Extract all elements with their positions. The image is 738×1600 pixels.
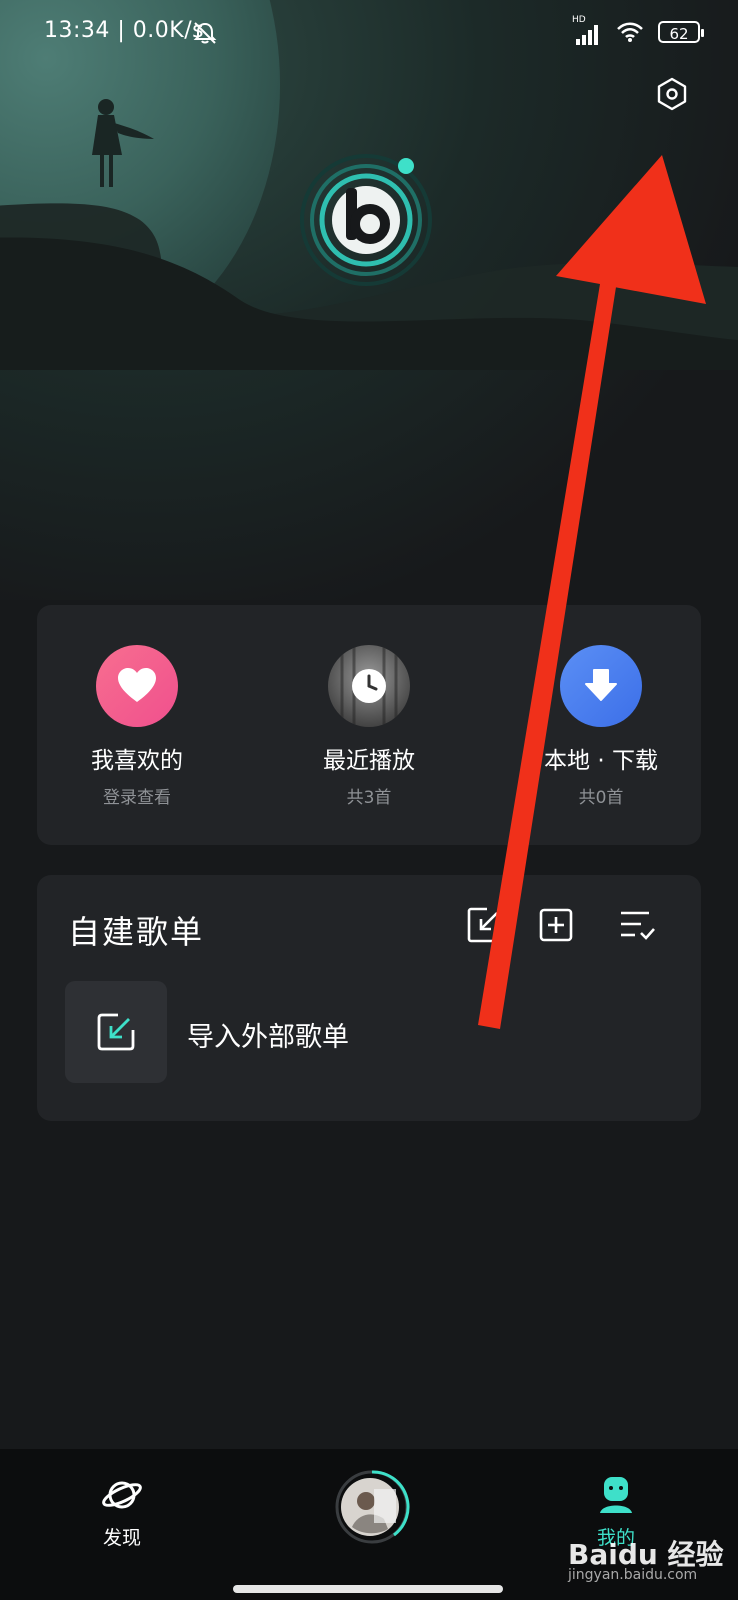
import-external-icon [97, 1013, 135, 1051]
my-playlists-title: 自建歌单 [68, 913, 205, 951]
favorites-title: 我喜欢的 [91, 748, 183, 774]
local-download-title: 本地 · 下载 [544, 748, 658, 774]
sort-icon [621, 911, 655, 940]
download-icon [585, 669, 617, 701]
tab-discover[interactable]: 发现 [62, 1475, 182, 1550]
favorites-icon-circle [96, 645, 178, 727]
now-playing-button[interactable] [334, 1469, 410, 1545]
favorites-item[interactable]: 我喜欢的 登录查看 [37, 645, 237, 808]
local-download-subtitle: 共0首 [578, 788, 624, 808]
recent-played-item[interactable]: 最近播放 共3首 [269, 645, 469, 808]
status-indicators: HD 62 [572, 15, 704, 46]
mine-user-icon [600, 1477, 632, 1513]
quick-access-card: 我喜欢的 登录查看 最近播放 共3首 本地 · 下载 共0首 [37, 605, 701, 845]
clock-icon [340, 645, 398, 727]
status-bar: 13:34 | 0.0K/s HD 62 [0, 0, 738, 64]
import-external-label: 导入外部歌单 [187, 1022, 349, 1053]
mute-bell-icon [193, 22, 217, 44]
girl-silhouette-icon [92, 99, 154, 187]
recent-played-subtitle: 共3首 [346, 788, 392, 808]
add-playlist-button[interactable] [536, 905, 576, 945]
signal-icon: HD [572, 15, 602, 45]
local-download-item[interactable]: 本地 · 下载 共0首 [501, 645, 701, 808]
recent-played-icon-circle [328, 645, 410, 727]
import-external-playlist-row[interactable]: 导入外部歌单 [65, 981, 665, 1083]
add-icon [539, 908, 573, 942]
album-cover-icon [335, 1470, 410, 1544]
wifi-icon [617, 22, 643, 42]
import-playlist-button[interactable] [465, 905, 505, 945]
battery-indicator: 62 [658, 21, 704, 43]
import-external-icon-box [65, 981, 167, 1083]
sort-playlist-button[interactable] [617, 905, 657, 945]
status-time: 13:34 | 0.0K/s [44, 18, 205, 43]
recent-played-title: 最近播放 [323, 748, 415, 774]
local-download-icon-circle [560, 645, 642, 727]
home-indicator [233, 1585, 503, 1593]
settings-hexagon-icon [657, 77, 687, 111]
app-logo [300, 154, 432, 286]
planet-icon [102, 1481, 142, 1509]
heart-icon [118, 668, 156, 702]
tab-discover-label: 发现 [102, 1527, 141, 1549]
header-illustration [0, 0, 738, 600]
import-icon [467, 907, 503, 943]
bottom-tab-bar: 发现 我的 Baidu 经验 jingyan.baidu.com [0, 1449, 738, 1600]
my-playlists-card: 自建歌单 导入外部歌单 [37, 875, 701, 1121]
settings-button[interactable] [652, 74, 692, 114]
baidu-watermark-url: jingyan.baidu.com [568, 1567, 698, 1583]
favorites-subtitle: 登录查看 [103, 788, 171, 808]
